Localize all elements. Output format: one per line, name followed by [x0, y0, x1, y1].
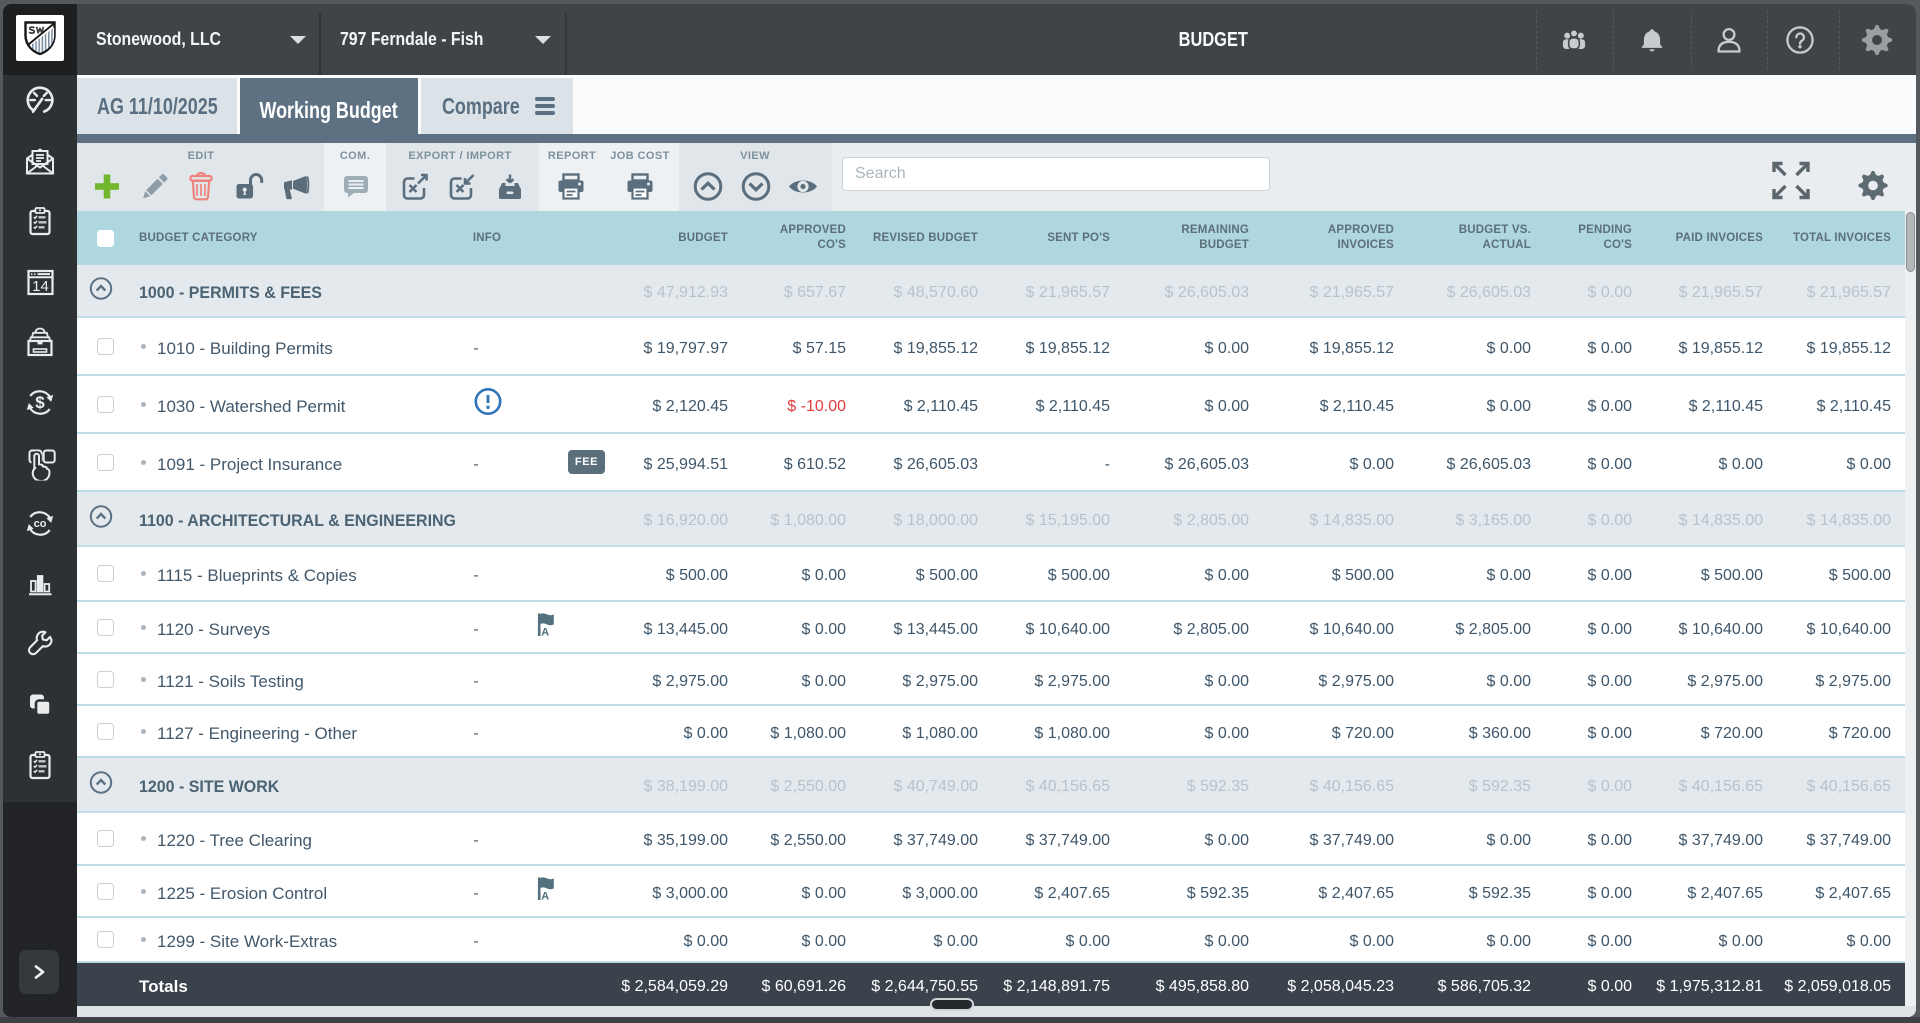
svg-text:co: co — [34, 518, 47, 530]
svg-text:A: A — [541, 891, 549, 902]
svg-text:A: A — [541, 627, 549, 638]
svg-text:$: $ — [35, 393, 45, 412]
svg-text:14: 14 — [32, 278, 49, 295]
